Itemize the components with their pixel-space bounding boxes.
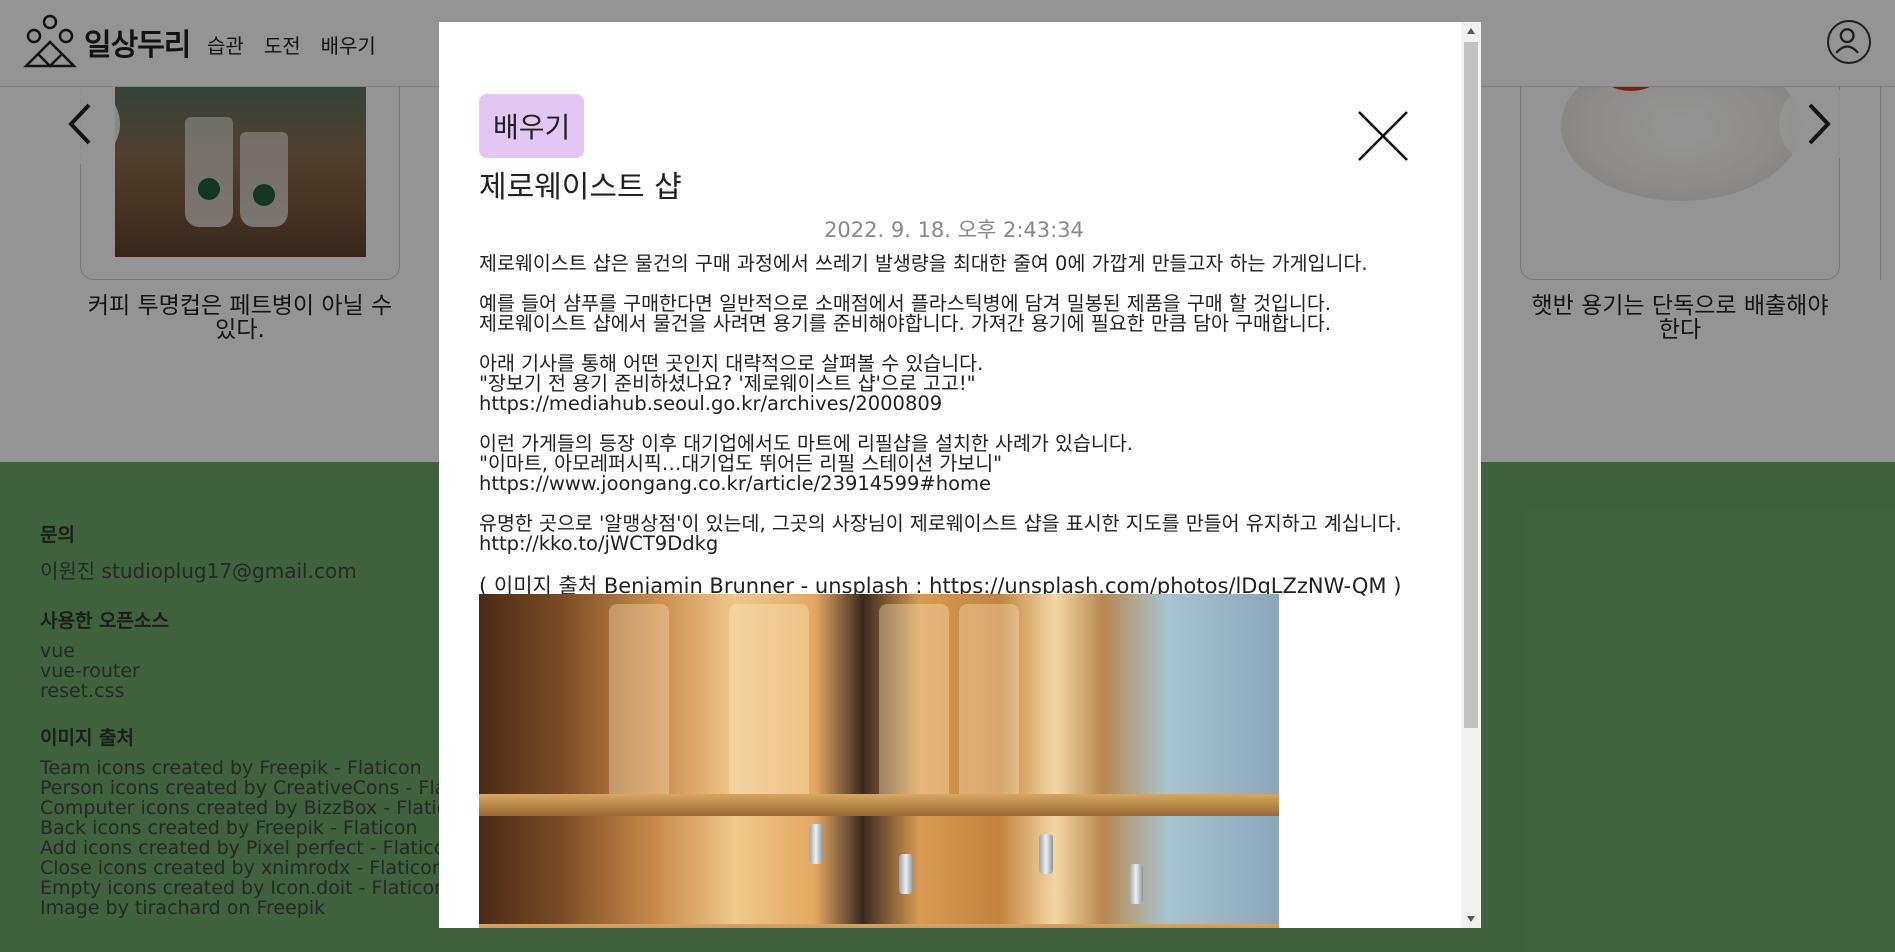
map-link[interactable]: http://kko.to/jWCT9Ddkg bbox=[479, 532, 718, 555]
post-modal: 배우기 제로웨이스트 샵 2022. 9. 18. 오후 2:43:34 제로웨… bbox=[439, 22, 1481, 928]
post-title: 제로웨이스트 샵 bbox=[479, 170, 682, 205]
body-paragraph: 예를 들어 샴푸를 구매한다면 일반적으로 소매점에서 플라스틱병에 담겨 밀봉… bbox=[479, 292, 1332, 335]
post-body: 제로웨이스트 샵은 물건의 구매 과정에서 쓰레기 발생량을 최대한 줄여 0에… bbox=[479, 254, 1429, 614]
body-paragraph: 아래 기사를 통해 어떤 곳인지 대략적으로 살펴볼 수 있습니다. "장보기 … bbox=[479, 352, 984, 415]
post-date: 2022. 9. 18. 오후 2:43:34 bbox=[824, 218, 1084, 242]
scroll-down-button[interactable] bbox=[1461, 910, 1481, 928]
body-paragraph: 유명한 곳으로 '알맹상점'이 있는데, 그곳의 사장님이 제로웨이스트 샵을 … bbox=[479, 512, 1402, 555]
body-paragraph: 제로웨이스트 샵은 물건의 구매 과정에서 쓰레기 발생량을 최대한 줄여 0에… bbox=[479, 252, 1368, 275]
scroll-thumb[interactable] bbox=[1464, 42, 1478, 728]
article-link[interactable]: https://www.joongang.co.kr/article/23914… bbox=[479, 472, 991, 495]
triangle-down-icon bbox=[1467, 916, 1475, 922]
close-icon[interactable] bbox=[1357, 110, 1409, 162]
modal-scrollbar[interactable] bbox=[1461, 22, 1481, 928]
body-paragraph: 이런 가게들의 등장 이후 대기업에서도 마트에 리필샵을 설치한 사례가 있습… bbox=[479, 432, 1134, 495]
article-link[interactable]: https://mediahub.seoul.go.kr/archives/20… bbox=[479, 392, 942, 415]
category-badge: 배우기 bbox=[479, 94, 585, 158]
triangle-up-icon bbox=[1467, 28, 1475, 34]
zero-waste-shop-image bbox=[479, 594, 1279, 928]
scroll-up-button[interactable] bbox=[1461, 22, 1481, 40]
